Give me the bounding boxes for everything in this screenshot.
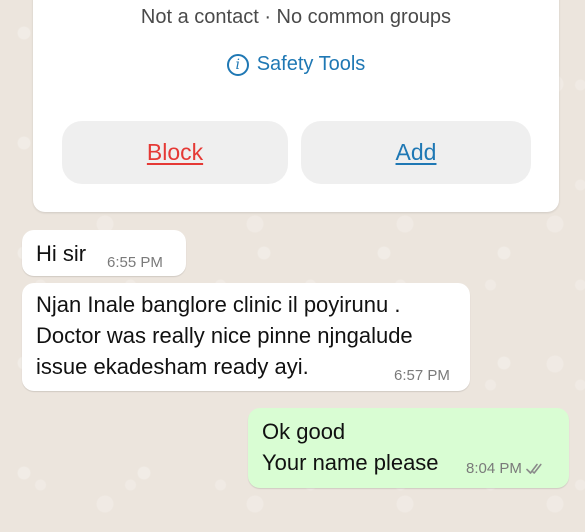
message-bubble-incoming[interactable]: Hi sir 6:55 PM — [22, 230, 186, 276]
safety-tools-link[interactable]: i Safety Tools — [33, 53, 559, 76]
message-time: 6:57 PM — [394, 367, 450, 384]
message-text: Ok good Your name please — [262, 419, 439, 475]
block-button[interactable]: Block — [62, 121, 288, 184]
message-text: Njan Inale banglore clinic il poyirunu .… — [36, 292, 413, 379]
message-bubble-incoming[interactable]: Njan Inale banglore clinic il poyirunu .… — [22, 283, 470, 391]
message-meta: 8:04 PM — [466, 460, 546, 477]
safety-tools-label: Safety Tools — [256, 53, 366, 75]
double-check-icon — [526, 462, 546, 476]
message-time: 6:55 PM — [107, 254, 163, 271]
message-bubble-outgoing[interactable]: Ok good Your name please 8:04 PM — [248, 408, 569, 488]
add-button[interactable]: Add — [301, 121, 531, 184]
message-time: 8:04 PM — [466, 460, 522, 477]
contact-info-card: Not a contact · No common groups i Safet… — [33, 0, 559, 212]
info-icon: i — [226, 53, 249, 76]
message-text: Hi sir — [36, 241, 87, 266]
contact-status-text: Not a contact · No common groups — [140, 6, 452, 28]
